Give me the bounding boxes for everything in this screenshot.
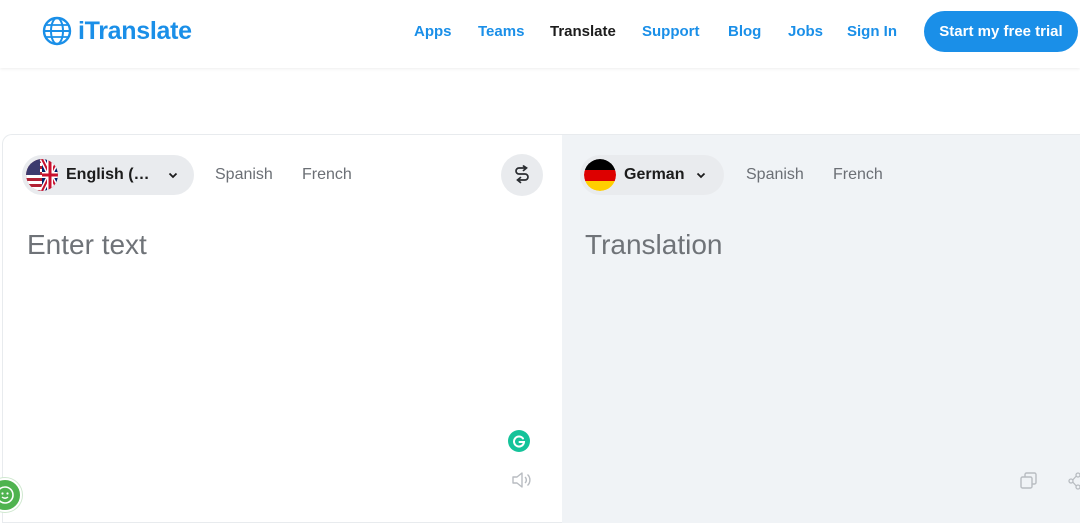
source-option-spanish[interactable]: Spanish <box>215 166 273 184</box>
target-option-spanish[interactable]: Spanish <box>746 166 804 184</box>
swap-languages-button[interactable] <box>501 154 543 196</box>
brand-logo[interactable]: iTranslate <box>42 16 192 46</box>
globe-icon <box>42 16 72 46</box>
swap-icon <box>515 165 529 184</box>
translation-output: Translation <box>585 229 723 260</box>
share-icon[interactable] <box>1068 472 1080 490</box>
target-language-label: German <box>624 166 685 183</box>
grammarly-g-glyph <box>513 435 526 448</box>
nav-apps[interactable]: Apps <box>414 23 452 40</box>
start-free-trial-button[interactable]: Start my free trial <box>924 11 1078 52</box>
target-panel: German Spanish French Translation <box>562 134 1080 523</box>
source-panel: English (… Spanish French Enter text <box>2 134 562 523</box>
target-option-french[interactable]: French <box>833 166 883 184</box>
nav-translate[interactable]: Translate <box>550 23 616 40</box>
target-language-select[interactable]: German <box>580 155 724 195</box>
copy-icon[interactable] <box>1019 471 1039 491</box>
grammarly-icon[interactable] <box>508 430 530 452</box>
site-header: iTranslate Apps Teams Translate Support … <box>0 0 1080 68</box>
nav-teams[interactable]: Teams <box>478 23 524 40</box>
brand-name: iTranslate <box>78 16 192 45</box>
chevron-down-icon <box>168 172 177 179</box>
germany-flag-icon <box>584 159 616 191</box>
source-option-french[interactable]: French <box>302 166 352 184</box>
chat-face-icon <box>0 486 14 504</box>
nav-sign-in[interactable]: Sign In <box>847 23 897 40</box>
nav-support[interactable]: Support <box>642 23 700 40</box>
nav-blog[interactable]: Blog <box>728 23 761 40</box>
speaker-icon[interactable] <box>511 471 533 489</box>
chevron-down-icon <box>697 172 706 179</box>
us-uk-flag-icon <box>26 159 58 191</box>
source-text-input[interactable]: Enter text <box>27 229 147 261</box>
source-language-label: English (… <box>66 166 150 183</box>
nav-jobs[interactable]: Jobs <box>788 23 823 40</box>
source-language-select[interactable]: English (… <box>22 155 194 195</box>
